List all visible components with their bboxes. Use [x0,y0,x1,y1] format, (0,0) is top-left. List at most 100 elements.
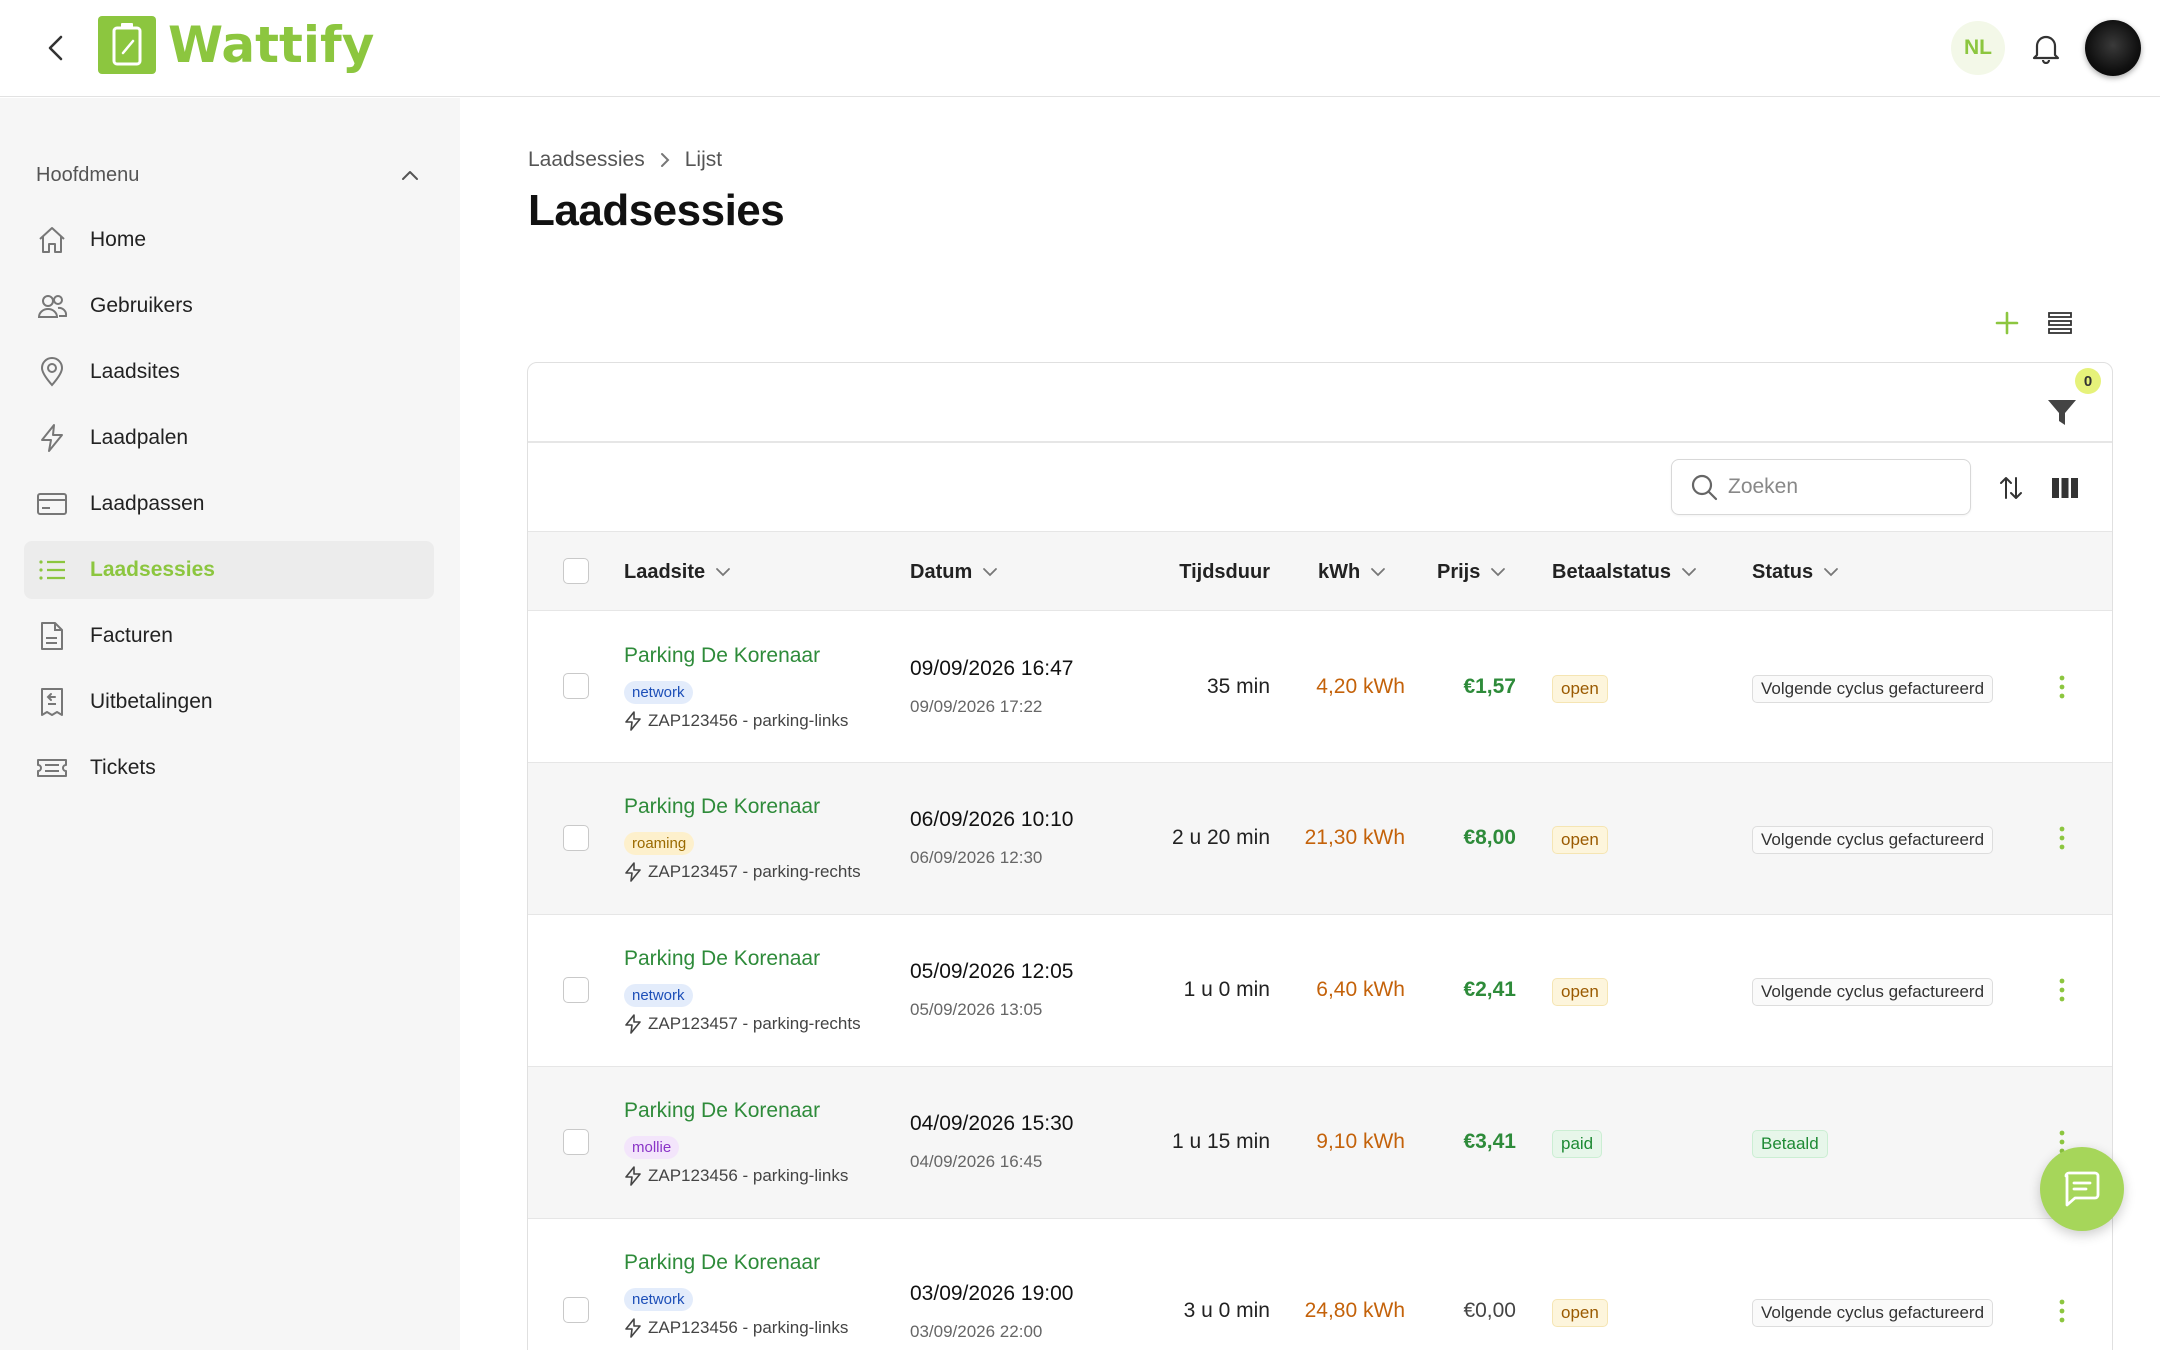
sidebar-item-uitbetalingen[interactable]: Uitbetalingen [24,673,434,731]
status-badge: Volgende cyclus gefactureerd [1752,1299,1994,1327]
sidebar-item-tickets[interactable]: Tickets [24,739,434,797]
column-header-prijs[interactable]: Prijs [1437,532,1506,612]
breadcrumb-parent[interactable]: Laadsessies [528,148,645,172]
brand-logo[interactable]: Wattify [98,14,374,76]
row-checkbox[interactable] [563,673,589,699]
chevron-down-icon [1681,567,1697,577]
user-avatar[interactable] [2085,20,2141,76]
sidebar-item-laadpassen[interactable]: Laadpassen [24,475,434,533]
table-row[interactable]: Parking De Korenaar roaming ZAP123457 - … [528,763,2112,915]
select-all-checkbox[interactable] [563,558,589,584]
session-price: €2,41 [1463,978,1516,1001]
columns-button[interactable] [2048,471,2082,505]
search-input[interactable] [1728,475,1948,499]
sort-button[interactable] [1994,471,2028,505]
column-label: Prijs [1437,560,1481,583]
charger-label: ZAP123457 - parking-rechts [648,862,861,881]
add-session-button[interactable] [1990,306,2024,340]
session-end: 04/09/2026 16:45 [910,1152,1043,1171]
chat-button[interactable] [2040,1147,2124,1231]
payment-status-badge: open [1552,826,1608,854]
charger-info: ZAP123457 - parking-rechts [624,1014,861,1034]
session-start: 06/09/2026 10:10 [910,808,1074,831]
session-type-tag: network [624,681,693,704]
row-actions-button[interactable] [2047,1291,2077,1331]
sidebar-item-label: Facturen [90,624,173,647]
table-row[interactable]: Parking De Korenaar network ZAP123456 - … [528,611,2112,763]
session-kwh: 4,20 kWh [1316,675,1405,698]
column-header-tijdsduur[interactable]: Tijdsduur [1153,532,1270,612]
sidebar-item-label: Laadsites [90,360,180,383]
sidebar-item-facturen[interactable]: Facturen [24,607,434,665]
view-list-button[interactable] [2043,306,2077,340]
row-checkbox[interactable] [563,1297,589,1323]
row-checkbox[interactable] [563,1129,589,1155]
more-vertical-icon [2059,675,2065,699]
chevron-up-icon [402,171,418,180]
back-button[interactable] [36,28,76,68]
row-actions-button[interactable] [2047,970,2077,1010]
search-field[interactable] [1671,459,1971,515]
column-header-laadsite[interactable]: Laadsite [624,532,731,612]
main-menu-toggle[interactable]: Hoofdmenu [36,160,420,190]
sidebar-item-label: Laadpassen [90,492,205,515]
table-row[interactable]: Parking De Korenaar network ZAP123456 - … [528,1219,2112,1350]
charger-info: ZAP123456 - parking-links [624,1318,848,1338]
row-checkbox[interactable] [563,977,589,1003]
site-link[interactable]: Parking De Korenaar [624,795,820,819]
breadcrumb-current: Lijst [684,148,723,171]
row-checkbox[interactable] [563,825,589,851]
session-kwh: 6,40 kWh [1316,978,1405,1001]
main-menu-title: Hoofdmenu [36,163,140,186]
status-badge: Volgende cyclus gefactureerd [1752,675,1994,703]
search-icon [1690,472,1720,502]
bolt-icon [625,711,641,731]
sidebar-item-laadsessies[interactable]: Laadsessies [24,541,434,599]
table-header: Laadsite Datum Tijdsduur kWh Prijs Betaa… [528,531,2112,611]
card-icon [36,488,68,520]
battery-icon [98,16,156,74]
chevron-left-icon [48,35,63,61]
column-header-status[interactable]: Status [1752,532,1839,612]
home-icon [36,224,68,256]
charger-label: ZAP123456 - parking-links [648,711,849,730]
row-actions-button[interactable] [2047,818,2077,858]
sidebar-item-home[interactable]: Home [24,211,434,269]
sidebar-item-gebruikers[interactable]: Gebruikers [24,277,434,335]
site-link[interactable]: Parking De Korenaar [624,644,820,668]
column-label: Datum [910,560,973,583]
session-end: 03/09/2026 22:00 [910,1322,1043,1341]
payment-status-badge: paid [1552,1130,1603,1158]
language-button[interactable]: NL [1951,21,2005,75]
column-header-datum[interactable]: Datum [910,532,998,612]
more-vertical-icon [2059,1299,2065,1323]
sidebar-item-label: Laadsessies [90,558,215,581]
column-header-kwh[interactable]: kWh [1318,532,1386,612]
session-kwh: 24,80 kWh [1304,1299,1405,1322]
payout-icon [36,686,68,718]
session-duration: 1 u 0 min [1183,978,1270,1001]
column-label: Tijdsduur [1179,560,1270,583]
document-icon [36,620,68,652]
row-actions-button[interactable] [2047,667,2077,707]
table-row[interactable]: Parking De Korenaar mollie ZAP123456 - p… [528,1067,2112,1219]
bolt-icon [625,1014,641,1034]
sidebar-item-laadpalen[interactable]: Laadpalen [24,409,434,467]
filter-count-badge: 0 [2075,368,2101,394]
notifications-button[interactable] [2025,27,2067,69]
sidebar-item-laadsites[interactable]: Laadsites [24,343,434,401]
session-start: 03/09/2026 19:00 [910,1282,1074,1305]
column-label: Status [1752,560,1814,583]
chevron-down-icon [1490,567,1506,577]
column-header-betaalstatus[interactable]: Betaalstatus [1552,532,1697,612]
chevron-down-icon [1823,567,1839,577]
site-link[interactable]: Parking De Korenaar [624,1099,820,1123]
session-type-tag: network [624,1288,693,1311]
session-duration: 3 u 0 min [1183,1299,1270,1322]
site-link[interactable]: Parking De Korenaar [624,947,820,971]
session-price: €1,57 [1463,675,1516,698]
table-row[interactable]: Parking De Korenaar network ZAP123457 - … [528,915,2112,1067]
session-end: 05/09/2026 13:05 [910,1000,1043,1019]
more-vertical-icon [2059,826,2065,850]
site-link[interactable]: Parking De Korenaar [624,1251,820,1275]
